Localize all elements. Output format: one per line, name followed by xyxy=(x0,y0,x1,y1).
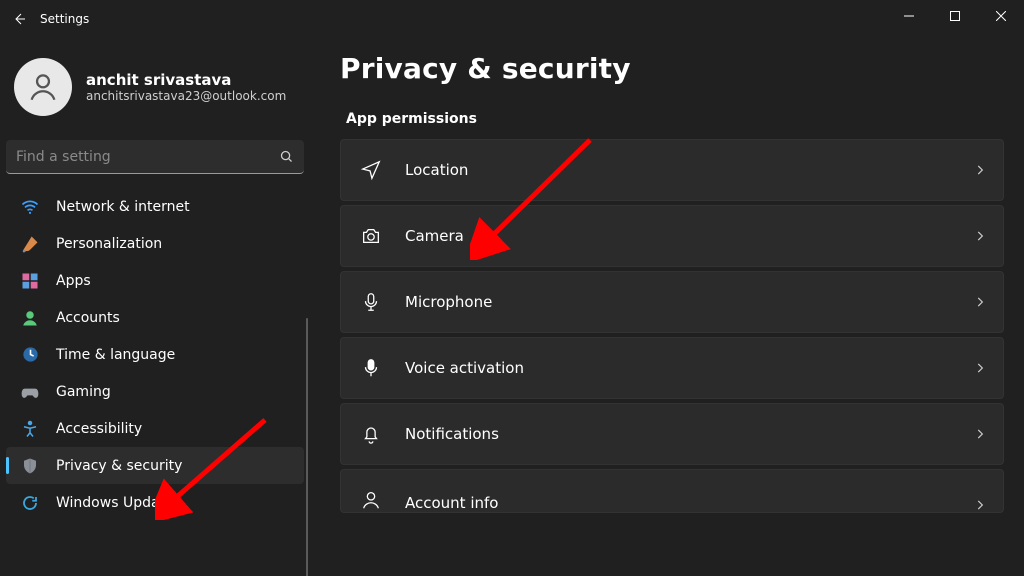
main-panel: Privacy & security App permissions Locat… xyxy=(310,38,1024,576)
search-input[interactable] xyxy=(16,149,279,165)
sidebar-item-gaming[interactable]: Gaming xyxy=(6,373,304,410)
sidebar-item-label: Network & internet xyxy=(56,199,190,215)
sidebar-item-accessibility[interactable]: Accessibility xyxy=(6,410,304,447)
location-icon xyxy=(359,158,383,182)
voice-activation-icon xyxy=(359,356,383,380)
sidebar: anchit srivastava anchitsrivastava23@out… xyxy=(0,38,310,576)
sidebar-item-time-language[interactable]: Time & language xyxy=(6,336,304,373)
section-title: App permissions xyxy=(346,111,1004,127)
permission-label: Notifications xyxy=(405,425,951,443)
app-title: Settings xyxy=(40,12,89,26)
permission-item-camera[interactable]: Camera xyxy=(340,205,1004,267)
chevron-right-icon xyxy=(973,361,987,375)
wifi-icon xyxy=(20,197,40,217)
page-title: Privacy & security xyxy=(340,52,1004,85)
chevron-right-icon xyxy=(973,163,987,177)
chevron-right-icon xyxy=(973,427,987,441)
bell-icon xyxy=(359,422,383,446)
shield-icon xyxy=(20,456,40,476)
title-bar: Settings xyxy=(0,0,1024,38)
sidebar-item-apps[interactable]: Apps xyxy=(6,262,304,299)
gamepad-icon xyxy=(20,382,40,402)
permissions-list: Location Camera Microphone xyxy=(340,139,1004,513)
camera-icon xyxy=(359,224,383,248)
permission-item-microphone[interactable]: Microphone xyxy=(340,271,1004,333)
sidebar-item-label: Gaming xyxy=(56,384,111,400)
profile-email: anchitsrivastava23@outlook.com xyxy=(86,89,286,103)
chevron-right-icon xyxy=(973,498,987,512)
maximize-button[interactable] xyxy=(932,0,978,32)
sidebar-item-label: Apps xyxy=(56,273,91,289)
paintbrush-icon xyxy=(20,234,40,254)
permission-item-account-info[interactable]: Account info xyxy=(340,469,1004,513)
sidebar-scrollbar[interactable] xyxy=(306,318,308,576)
search-icon xyxy=(279,149,294,164)
accessibility-icon xyxy=(20,419,40,439)
sidebar-item-label: Accessibility xyxy=(56,421,142,437)
close-button[interactable] xyxy=(978,0,1024,32)
window-controls xyxy=(886,0,1024,32)
permission-item-location[interactable]: Location xyxy=(340,139,1004,201)
sidebar-item-personalization[interactable]: Personalization xyxy=(6,225,304,262)
sidebar-item-label: Privacy & security xyxy=(56,458,182,474)
back-button[interactable] xyxy=(0,0,40,38)
chevron-right-icon xyxy=(973,295,987,309)
nav-list: Network & internet Personalization Apps … xyxy=(6,188,304,521)
sidebar-item-accounts[interactable]: Accounts xyxy=(6,299,304,336)
person-icon xyxy=(20,308,40,328)
sidebar-item-network[interactable]: Network & internet xyxy=(6,188,304,225)
permission-label: Voice activation xyxy=(405,359,951,377)
permission-item-voice-activation[interactable]: Voice activation xyxy=(340,337,1004,399)
sidebar-item-label: Accounts xyxy=(56,310,120,326)
sidebar-item-privacy-security[interactable]: Privacy & security xyxy=(6,447,304,484)
minimize-button[interactable] xyxy=(886,0,932,32)
permission-label: Account info xyxy=(405,494,951,512)
sidebar-item-label: Personalization xyxy=(56,236,162,252)
globe-clock-icon xyxy=(20,345,40,365)
profile-name: anchit srivastava xyxy=(86,71,286,89)
update-icon xyxy=(20,493,40,513)
avatar xyxy=(14,58,72,116)
sidebar-item-label: Windows Update xyxy=(56,495,174,511)
permission-label: Camera xyxy=(405,227,951,245)
permission-label: Location xyxy=(405,161,951,179)
apps-icon xyxy=(20,271,40,291)
search-input-container[interactable] xyxy=(6,140,304,174)
chevron-right-icon xyxy=(973,229,987,243)
sidebar-item-windows-update[interactable]: Windows Update xyxy=(6,484,304,521)
profile-block[interactable]: anchit srivastava anchitsrivastava23@out… xyxy=(6,48,304,134)
sidebar-item-label: Time & language xyxy=(56,347,175,363)
permission-label: Microphone xyxy=(405,293,951,311)
account-info-icon xyxy=(359,488,383,512)
permission-item-notifications[interactable]: Notifications xyxy=(340,403,1004,465)
microphone-icon xyxy=(359,290,383,314)
